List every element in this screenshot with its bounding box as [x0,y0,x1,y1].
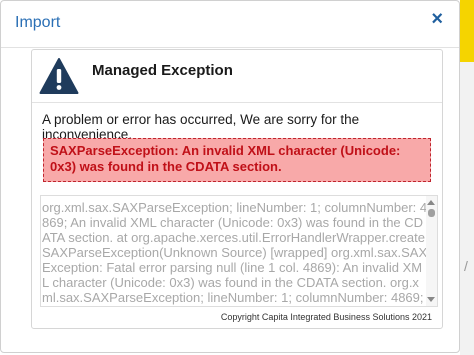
error-details-box[interactable]: org.xml.sax.SAXParseException; lineNumbe… [40,195,438,307]
error-summary: SAXParseException: An invalid XML charac… [43,138,431,182]
copyright-text: Copyright Capita Integrated Business Sol… [220,312,432,322]
error-details-text: org.xml.sax.SAXParseException; lineNumbe… [42,200,428,306]
exception-heading: Managed Exception [92,62,233,79]
exception-header: Managed Exception [32,50,442,103]
close-icon[interactable]: × [431,9,443,29]
dialog-titlebar: Import × [1,1,459,48]
scroll-down-arrow-icon[interactable] [427,297,435,302]
scroll-thumb[interactable] [428,209,435,217]
background-header-bar [460,0,474,62]
background-fragment: / [464,258,468,274]
exception-card: Managed Exception A problem or error has… [31,49,443,329]
dialog-title: Import [15,14,61,31]
details-scrollbar[interactable] [426,196,437,306]
warning-triangle-icon [39,58,79,94]
import-dialog: Import × Managed Exception A problem or … [0,0,460,353]
scroll-up-arrow-icon[interactable] [427,200,435,205]
